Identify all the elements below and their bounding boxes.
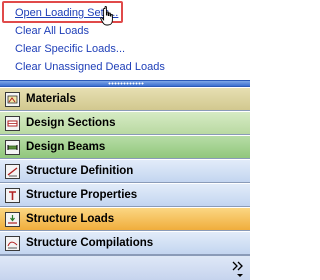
loads-task-menu: Open Loading Sets... Clear All Loads Cle… xyxy=(0,0,250,80)
pane-overflow-bar xyxy=(0,255,250,280)
pane-structure-properties[interactable]: Structure Properties xyxy=(0,183,250,207)
navigation-panes: Materials Design Sections Design Beams S… xyxy=(0,87,250,255)
pane-design-sections[interactable]: Design Sections xyxy=(0,111,250,135)
design-sections-icon xyxy=(5,115,20,131)
splitter-grip[interactable] xyxy=(108,82,144,85)
pane-structure-loads[interactable]: Structure Loads xyxy=(0,207,250,231)
chevron-double-right-icon[interactable] xyxy=(232,260,244,274)
pane-structure-definition-label: Structure Definition xyxy=(26,165,134,177)
pane-structure-compilations[interactable]: Structure Compilations xyxy=(0,231,250,255)
structure-properties-icon xyxy=(5,187,20,203)
pane-structure-properties-label: Structure Properties xyxy=(26,189,138,201)
pane-materials-label: Materials xyxy=(26,93,76,105)
pane-design-beams-label: Design Beams xyxy=(26,141,106,153)
hand-pointer-icon xyxy=(100,6,113,26)
pane-structure-loads-label: Structure Loads xyxy=(26,213,115,225)
pane-structure-definition[interactable]: Structure Definition xyxy=(0,159,250,183)
structure-definition-icon xyxy=(5,163,20,179)
pane-design-beams[interactable]: Design Beams xyxy=(0,135,250,159)
design-beams-icon xyxy=(5,139,20,155)
clear-all-loads-link[interactable]: Clear All Loads xyxy=(15,25,89,37)
clear-unassigned-dead-loads-link[interactable]: Clear Unassigned Dead Loads xyxy=(15,61,165,73)
configure-panes-dropdown-icon[interactable] xyxy=(237,274,243,277)
materials-icon xyxy=(5,91,20,107)
structure-compilations-icon xyxy=(5,235,20,251)
clear-specific-loads-link[interactable]: Clear Specific Loads... xyxy=(15,43,125,55)
pane-design-sections-label: Design Sections xyxy=(26,117,116,129)
structure-loads-icon xyxy=(5,211,20,227)
pane-structure-compilations-label: Structure Compilations xyxy=(26,237,154,249)
pane-materials[interactable]: Materials xyxy=(0,87,250,111)
pane-splitter[interactable] xyxy=(0,80,250,87)
